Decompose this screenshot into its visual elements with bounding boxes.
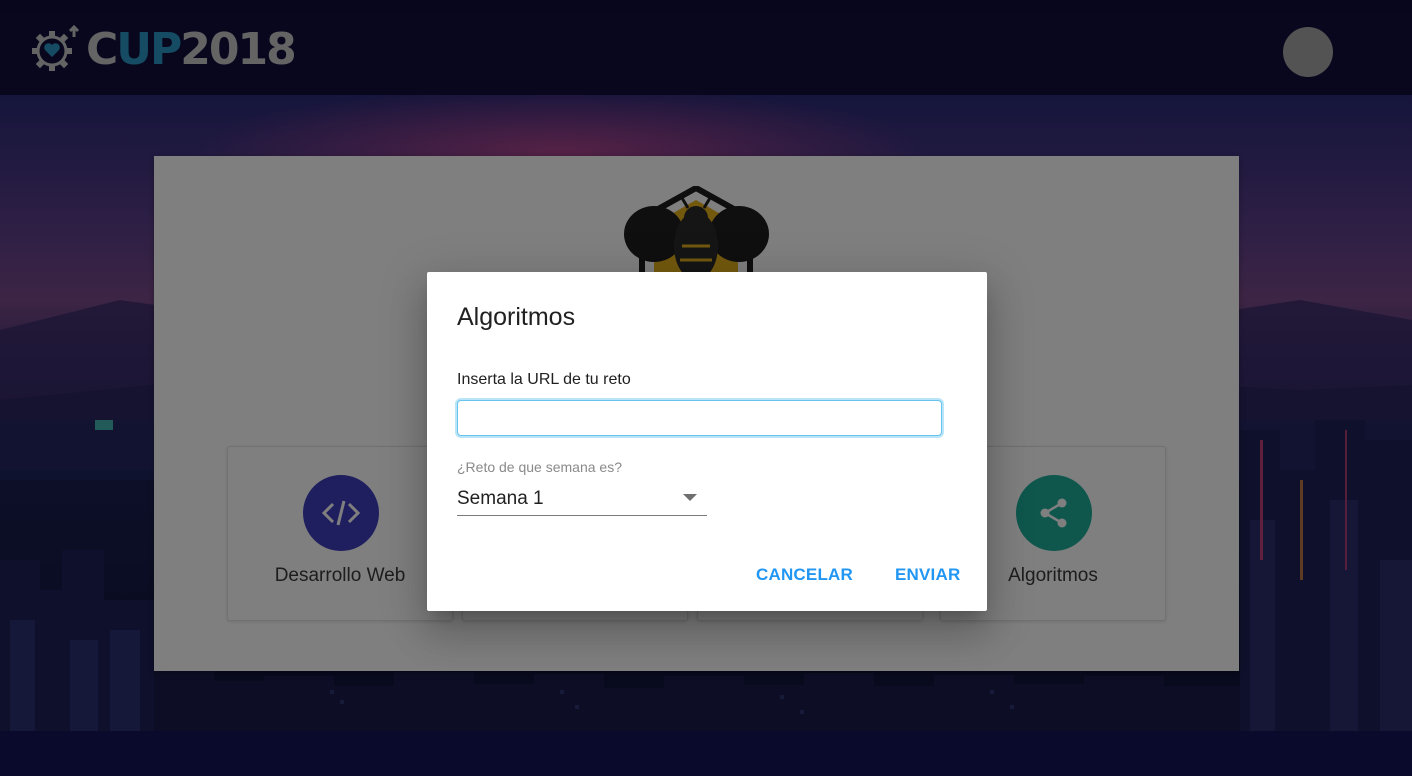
footer-strip <box>0 731 1412 776</box>
url-field-label: Inserta la URL de tu reto <box>457 371 631 388</box>
submit-challenge-dialog: Algoritmos Inserta la URL de tu reto ¿Re… <box>427 272 987 611</box>
week-select[interactable]: Semana 1 <box>457 484 707 516</box>
cancel-button[interactable]: CANCELAR <box>756 565 853 585</box>
dropdown-arrow-icon <box>683 494 697 501</box>
url-input[interactable] <box>457 400 942 436</box>
send-button[interactable]: ENVIAR <box>895 565 960 585</box>
week-select-label: ¿Reto de que semana es? <box>457 459 622 475</box>
dialog-title: Algoritmos <box>457 303 576 331</box>
week-select-value: Semana 1 <box>457 488 544 509</box>
